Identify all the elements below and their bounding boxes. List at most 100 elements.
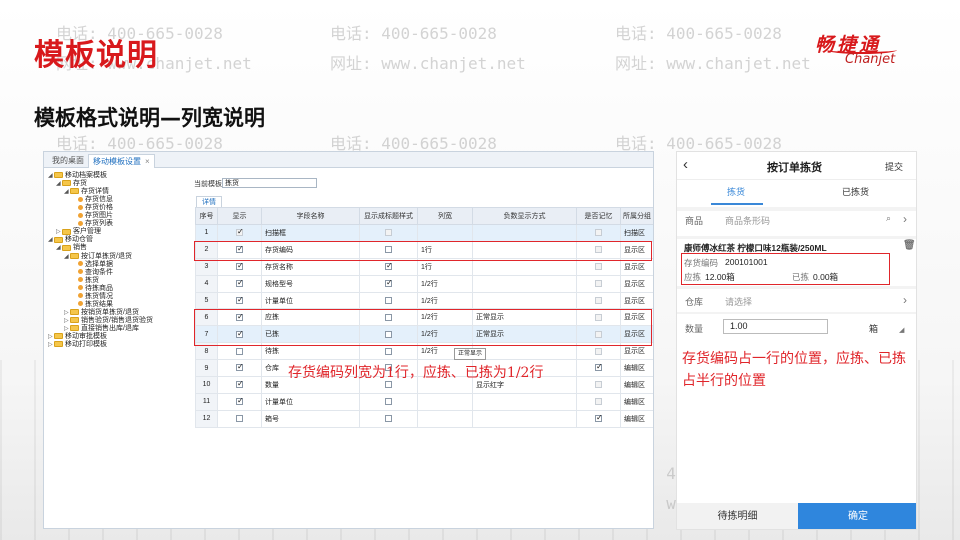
title-style-cell[interactable] — [359, 274, 418, 293]
item-dot-icon — [78, 220, 83, 226]
group-cell[interactable]: 编辑区 — [620, 392, 653, 411]
highlight-box-code — [194, 241, 652, 261]
tab-bar: 我的桌面 移动模板设置 × — [44, 152, 653, 168]
search-icon[interactable]: ⌕ — [886, 213, 891, 224]
close-icon[interactable]: × — [145, 157, 150, 166]
remember-cell[interactable] — [576, 409, 621, 428]
highlight-box-picked — [194, 309, 652, 346]
group-cell[interactable]: 显示区 — [620, 274, 653, 293]
checkbox[interactable] — [385, 381, 392, 389]
table-row[interactable]: 1 扫描框 扫描区 — [195, 224, 653, 242]
table-row[interactable]: 11 计量单位 编辑区 — [195, 392, 653, 411]
trash-icon[interactable]: 🗑 — [903, 240, 916, 251]
tree-node-label: 销售验货/销售退货验货 — [81, 316, 153, 324]
column-header[interactable]: 显示成标题样式 — [359, 207, 418, 225]
column-header[interactable]: 是否记忆 — [576, 207, 621, 225]
table-row[interactable]: 4 规格型号 1/2行 显示区 — [195, 274, 653, 293]
tab-picking[interactable]: 拣货 — [727, 185, 745, 198]
template-tree: ◢ 移动档案模板 ◢ 存货 ◢ 存货详情 存货信息 存货价格 存货图片 存货列表 ▷ 客户管理 ◢ 移动仓… — [44, 169, 192, 528]
tab-my-desktop[interactable]: 我的桌面 — [48, 154, 88, 168]
column-width-cell[interactable] — [417, 392, 473, 411]
warehouse-select[interactable]: 请选择 — [725, 295, 752, 308]
column-header[interactable]: 所属分组 — [620, 207, 653, 225]
submit-button[interactable]: 提交 — [885, 160, 903, 173]
divider — [677, 207, 916, 211]
negative-display-cell[interactable] — [472, 409, 577, 428]
table-row[interactable]: 12 箱号 编辑区 — [195, 409, 653, 428]
dropdown-triangle-icon[interactable]: ◢ — [899, 326, 904, 334]
unit-select[interactable]: 箱 — [869, 322, 878, 335]
slide: 电话: 400-665-0028 电话: 400-665-0028 电话: 40… — [0, 0, 960, 540]
column-header[interactable]: 负数显示方式 — [472, 207, 577, 225]
tree-node-label: 存货列表 — [85, 220, 113, 228]
negative-display-cell[interactable] — [472, 274, 577, 293]
title-style-cell[interactable] — [359, 291, 418, 310]
confirm-button[interactable]: 确定 — [798, 503, 916, 529]
column-header[interactable]: 列宽 — [417, 207, 473, 225]
checkbox[interactable] — [385, 398, 392, 406]
title-style-cell[interactable] — [359, 224, 418, 242]
chevron-right-icon[interactable]: › — [903, 212, 907, 226]
column-width-cell[interactable] — [417, 409, 473, 428]
checkbox[interactable] — [236, 379, 244, 389]
negative-display-dropdown[interactable]: 正常显示 — [454, 348, 486, 360]
checkbox[interactable] — [236, 261, 244, 271]
group-cell[interactable]: 扫描区 — [620, 224, 653, 242]
checkbox[interactable] — [236, 278, 244, 287]
checkbox[interactable] — [385, 347, 392, 355]
checkbox[interactable] — [236, 362, 244, 372]
checkbox[interactable] — [385, 261, 393, 271]
remember-cell[interactable] — [576, 392, 621, 411]
remember-cell[interactable] — [576, 274, 621, 293]
remember-cell[interactable] — [576, 291, 621, 310]
column-width-cell[interactable]: 1/2行 — [417, 274, 473, 293]
checkbox[interactable] — [595, 362, 603, 372]
tab-detail[interactable]: 详情 — [196, 196, 222, 207]
remember-cell[interactable] — [576, 359, 621, 378]
show-cell[interactable] — [217, 291, 262, 310]
column-width-cell[interactable] — [417, 224, 473, 242]
column-width-cell[interactable]: 1/2行 — [417, 291, 473, 310]
tab-picked[interactable]: 已拣货 — [842, 185, 869, 198]
group-cell[interactable]: 显示区 — [620, 291, 653, 310]
show-cell[interactable] — [217, 376, 262, 394]
column-header[interactable]: 显示 — [217, 207, 262, 225]
remember-cell[interactable] — [576, 376, 621, 394]
title-style-cell[interactable] — [359, 409, 418, 428]
group-cell[interactable]: 编辑区 — [620, 409, 653, 428]
watermark: 电话: 400-665-0028 — [330, 24, 497, 43]
group-cell[interactable]: 编辑区 — [620, 376, 653, 394]
current-template-label: 当前模板: — [194, 181, 224, 188]
folder-icon — [62, 180, 71, 187]
tree-node[interactable]: ▷ 移动打印模板 — [48, 340, 107, 349]
column-header[interactable]: 字段名称 — [261, 207, 360, 225]
tab-mobile-template[interactable]: 移动模板设置 × — [88, 154, 155, 168]
checkbox[interactable] — [236, 347, 243, 355]
checkbox[interactable] — [595, 413, 603, 423]
show-cell[interactable] — [217, 392, 262, 411]
table-row[interactable]: 5 计量单位 1/2行 显示区 — [195, 291, 653, 310]
chevron-right-icon[interactable]: › — [903, 293, 907, 307]
title-style-cell[interactable] — [359, 392, 418, 411]
show-cell[interactable] — [217, 224, 262, 242]
negative-display-cell[interactable] — [472, 392, 577, 411]
checkbox[interactable] — [236, 295, 244, 304]
negative-display-cell[interactable] — [472, 291, 577, 310]
pending-detail-button[interactable]: 待拣明细 — [677, 503, 798, 529]
group-cell[interactable]: 编辑区 — [620, 359, 653, 378]
checkbox[interactable] — [385, 278, 393, 287]
remember-cell[interactable] — [576, 224, 621, 242]
current-template-field[interactable]: 拣货 — [222, 178, 317, 188]
show-cell[interactable] — [217, 359, 262, 378]
column-header[interactable]: 序号 — [195, 207, 218, 225]
barcode-input[interactable]: 商品条形码 — [725, 214, 770, 227]
show-cell[interactable] — [217, 274, 262, 293]
checkbox[interactable] — [385, 296, 392, 304]
back-icon[interactable]: ‹ — [683, 156, 688, 173]
checkbox[interactable] — [385, 415, 392, 423]
show-cell[interactable] — [217, 409, 262, 428]
checkbox[interactable] — [236, 415, 243, 423]
negative-display-cell[interactable] — [472, 224, 577, 242]
quantity-input[interactable]: 1.00 — [723, 319, 828, 334]
checkbox[interactable] — [236, 396, 244, 406]
